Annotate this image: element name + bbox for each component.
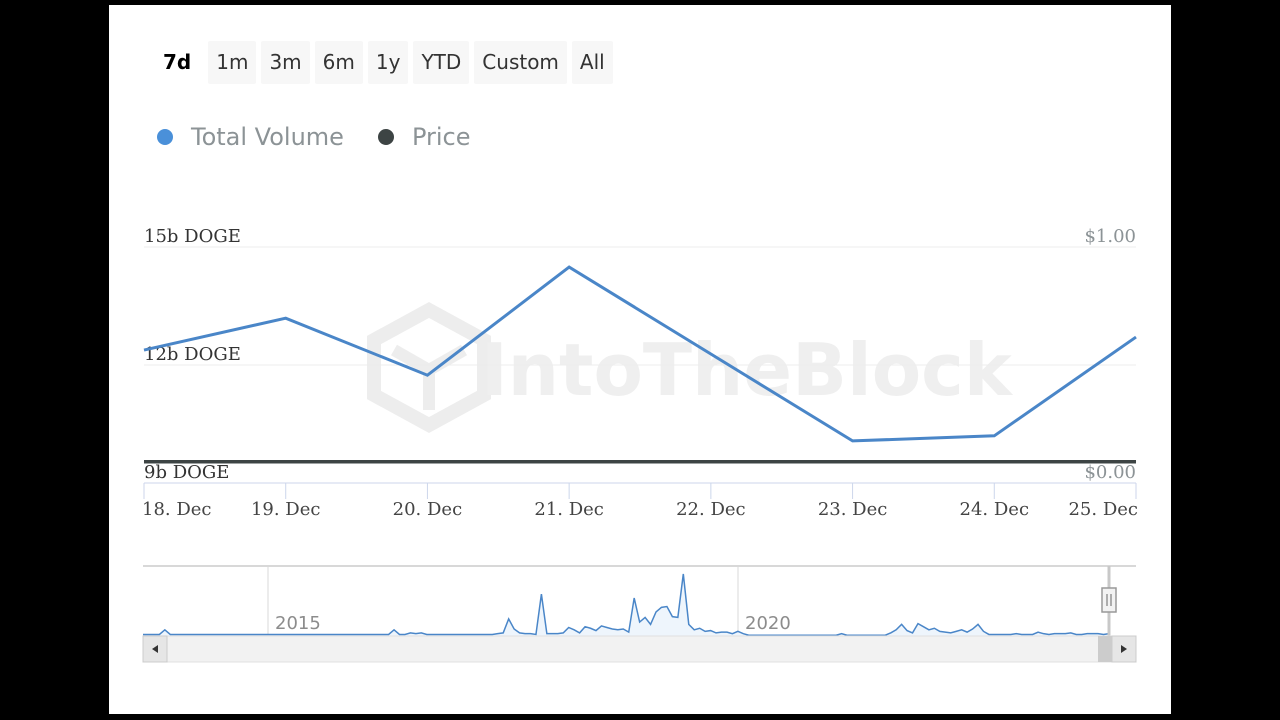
- watermark-logo-icon: [367, 302, 491, 433]
- grid: [144, 246, 1136, 484]
- x-tick-label: 19. Dec: [251, 499, 321, 520]
- x-axis: 18. Dec 19. Dec 20. Dec 21. Dec 22. Dec 23. D…: [142, 482, 1138, 520]
- watermark-text: IntoTheBlock: [481, 328, 1014, 412]
- x-tick-label: 18. Dec: [142, 499, 212, 520]
- x-tick-label: 25. Dec: [1068, 499, 1138, 520]
- x-tick-label: 24. Dec: [960, 499, 1030, 520]
- scrollbar-right-button[interactable]: [1111, 635, 1137, 663]
- navigator[interactable]: 2015 2020: [142, 565, 1137, 663]
- navigator-year-label: 2020: [745, 613, 791, 634]
- y-tick-label-left: 15b DOGE: [144, 226, 241, 247]
- x-tick-label: 22. Dec: [676, 499, 746, 520]
- x-tick-label: 20. Dec: [393, 499, 463, 520]
- navigator-handle[interactable]: [1101, 587, 1117, 613]
- x-tick-label: 21. Dec: [534, 499, 604, 520]
- scrollbar[interactable]: [142, 635, 1137, 663]
- y-tick-label-left: 9b DOGE: [144, 462, 229, 483]
- y-tick-label-right: $1.00: [1084, 226, 1136, 247]
- chart-svg: IntoTheBlock 9b DOGE12b DOGE15b DOGE $0.…: [142, 226, 1138, 663]
- scrollbar-track: [142, 635, 1137, 663]
- handle-grip-icon: [1101, 587, 1117, 613]
- y-tick-label-right: $0.00: [1084, 462, 1136, 483]
- scrollbar-thumb: [1098, 636, 1112, 662]
- y-axis-left: 9b DOGE12b DOGE15b DOGE: [144, 226, 241, 483]
- navigator-year-label: 2015: [275, 613, 321, 634]
- x-tick-label: 23. Dec: [818, 499, 888, 520]
- scrollbar-left-button[interactable]: [142, 635, 168, 663]
- chart-panel: 7d 1m 3m 6m 1y YTD Custom All Total Volume Pric…: [109, 5, 1171, 714]
- watermark: IntoTheBlock: [367, 302, 1014, 433]
